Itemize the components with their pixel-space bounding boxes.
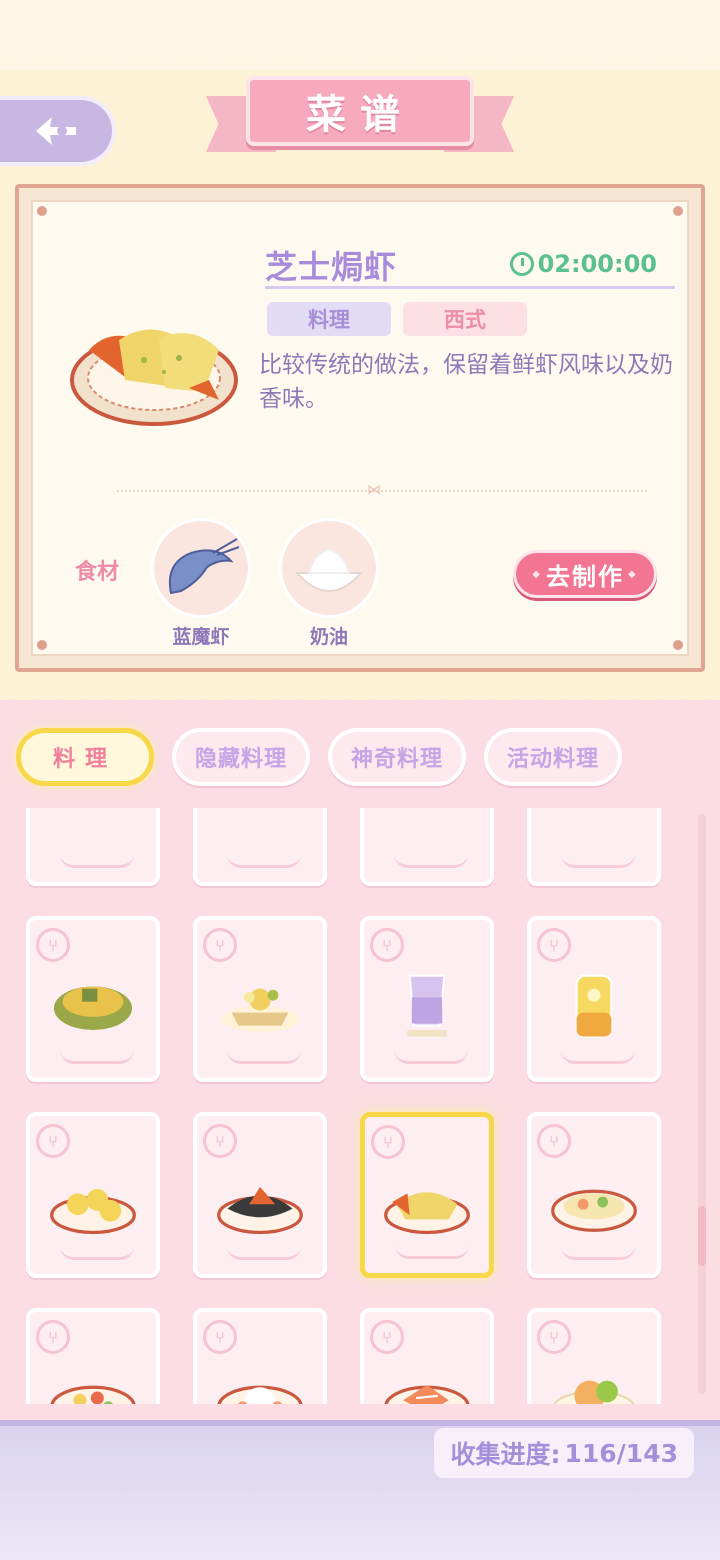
tab-cooking[interactable]: 料理 bbox=[16, 728, 154, 786]
recipe-card-fruit-plate[interactable]: ⑂ bbox=[527, 1308, 661, 1404]
recipe-card-inner: 芝士焗虾 02:00:00 料理 西式 比较传统的做法，保留着鲜虾风味以及奶香味… bbox=[31, 200, 689, 656]
wreath-decoration bbox=[394, 1050, 468, 1064]
recipe-grid-viewport[interactable]: ⑂ ⑂ ⑂ ⑂ ⑂ ⑂ ⑂ ⑂ ⑂ ⑂ ⑂ ⑂ ⑂ ⑂ ⑂ ⑂ bbox=[0, 808, 720, 1404]
collection-progress: 收集进度: 116/143 bbox=[434, 1428, 694, 1478]
ingredient-item[interactable]: 蓝魔虾 bbox=[151, 518, 251, 649]
ingredient-name: 蓝魔虾 bbox=[172, 626, 230, 648]
recipe-card-cheese-shrimp-plate[interactable]: ⑂ bbox=[360, 1112, 494, 1278]
recipe-card-rice-plate[interactable]: ⑂ bbox=[193, 1308, 327, 1404]
ingredient-name: 奶油 bbox=[309, 626, 348, 648]
tag-cuisine: 西式 bbox=[403, 302, 527, 336]
category-tabs: 料理 隐藏料理 神奇料理 活动料理 bbox=[16, 728, 622, 786]
shrimp-icon bbox=[151, 518, 251, 618]
wreath-decoration bbox=[395, 1245, 469, 1259]
recipe-card-fruit-tart[interactable]: ⑂ bbox=[193, 916, 327, 1082]
fish-plate-icon bbox=[217, 1186, 303, 1235]
recipe-card-salad-plate[interactable]: ⑂ bbox=[26, 1308, 160, 1404]
page-title: 菜谱 bbox=[306, 92, 414, 138]
recipe-card-shrimp-salad-plate[interactable]: ⑂ bbox=[527, 1112, 661, 1278]
wreath-decoration bbox=[60, 1050, 134, 1064]
salmon-plate-icon bbox=[384, 1385, 470, 1404]
recipe-grid: ⑂ ⑂ ⑂ ⑂ ⑂ ⑂ ⑂ ⑂ ⑂ ⑂ ⑂ ⑂ ⑂ ⑂ ⑂ ⑂ bbox=[26, 808, 661, 1404]
footer-border bbox=[0, 1420, 720, 1426]
fruit-plate-icon bbox=[553, 1380, 635, 1404]
recipe-card-gratin-dish[interactable]: ⑂ bbox=[26, 916, 160, 1082]
timer-value: 02:00:00 bbox=[537, 250, 657, 278]
utensil-icon: ⑂ bbox=[36, 1320, 70, 1354]
utensil-icon: ⑂ bbox=[537, 1320, 571, 1354]
dish-image bbox=[70, 329, 238, 426]
utensil-icon: ⑂ bbox=[537, 928, 571, 962]
wreath-decoration bbox=[227, 1050, 301, 1064]
corner-dot bbox=[673, 640, 683, 650]
recipe-card-fish-plate[interactable]: ⑂ bbox=[193, 1112, 327, 1278]
shrimp-salad-plate-icon bbox=[551, 1189, 637, 1232]
recipe-card-lemon-jar[interactable]: ⑂ bbox=[527, 916, 661, 1082]
utensil-icon: ⑂ bbox=[203, 1124, 237, 1158]
progress-label: 收集进度: bbox=[450, 1440, 561, 1469]
recipe-card-shumai-plate[interactable]: ⑂ bbox=[26, 1112, 160, 1278]
recipe-description: 比较传统的做法，保留着鲜虾风味以及奶香味。 bbox=[259, 352, 673, 412]
utensil-icon: ⑂ bbox=[36, 1124, 70, 1158]
clock-icon bbox=[509, 252, 534, 276]
fruit-tart-icon bbox=[220, 988, 300, 1033]
recipe-card-partial-dish-3[interactable]: ⑂ bbox=[360, 808, 494, 886]
lemon-jar-icon bbox=[575, 974, 613, 1038]
utensil-icon: ⑂ bbox=[203, 928, 237, 962]
recipe-card-partial-dish-1[interactable]: ⑂ bbox=[26, 808, 160, 886]
recipe-card-partial-dish-2[interactable]: ⑂ bbox=[193, 808, 327, 886]
ingredients-label: 食材 bbox=[75, 560, 120, 585]
divider bbox=[117, 490, 647, 492]
wreath-decoration bbox=[227, 854, 301, 868]
tab-magic-cooking[interactable]: 神奇料理 bbox=[328, 728, 466, 786]
tag-category: 料理 bbox=[267, 302, 391, 336]
back-button[interactable] bbox=[0, 96, 116, 166]
scrollbar-thumb[interactable] bbox=[698, 1206, 706, 1266]
wreath-decoration bbox=[561, 1050, 635, 1064]
wreath-decoration bbox=[561, 1246, 635, 1260]
utensil-icon: ⑂ bbox=[370, 1320, 404, 1354]
cream-icon bbox=[279, 518, 379, 618]
make-button[interactable]: 去制作 bbox=[513, 550, 657, 598]
utensil-icon: ⑂ bbox=[370, 928, 404, 962]
wreath-decoration bbox=[394, 854, 468, 868]
ribbon-body: 菜谱 bbox=[246, 76, 474, 146]
corner-dot bbox=[37, 640, 47, 650]
utensil-icon: ⑂ bbox=[371, 1125, 405, 1159]
tab-hidden-cooking[interactable]: 隐藏料理 bbox=[172, 728, 310, 786]
scrollbar[interactable] bbox=[698, 814, 706, 1394]
corner-dot bbox=[37, 206, 47, 216]
back-arrow-icon bbox=[36, 117, 76, 145]
recipe-name: 芝士焗虾 bbox=[265, 248, 398, 286]
wreath-decoration bbox=[60, 854, 134, 868]
recipe-card-salmon-plate[interactable]: ⑂ bbox=[360, 1308, 494, 1404]
corner-dot bbox=[673, 206, 683, 216]
utensil-icon: ⑂ bbox=[36, 928, 70, 962]
bow-icon: ⋈ bbox=[367, 482, 381, 498]
wreath-decoration bbox=[227, 1246, 301, 1260]
salad-plate-icon bbox=[50, 1385, 136, 1404]
wreath-decoration bbox=[60, 1246, 134, 1260]
shumai-plate-icon bbox=[50, 1189, 136, 1235]
recipe-timer: 02:00:00 bbox=[509, 250, 657, 278]
gratin-dish-icon bbox=[53, 986, 133, 1030]
recipe-card-partial-dish-4[interactable]: ⑂ bbox=[527, 808, 661, 886]
title-ribbon: 菜谱 bbox=[206, 70, 514, 162]
utensil-icon: ⑂ bbox=[537, 1124, 571, 1158]
purple-drink-icon bbox=[407, 974, 447, 1037]
wreath-decoration bbox=[561, 854, 635, 868]
name-underline bbox=[265, 286, 675, 289]
ingredient-item[interactable]: 奶油 bbox=[279, 518, 379, 649]
cheese-shrimp-plate-icon bbox=[384, 1192, 470, 1235]
recipe-card-purple-drink[interactable]: ⑂ bbox=[360, 916, 494, 1082]
tab-event-cooking[interactable]: 活动料理 bbox=[484, 728, 622, 786]
rice-plate-icon bbox=[217, 1385, 303, 1404]
utensil-icon: ⑂ bbox=[203, 1320, 237, 1354]
recipe-card: 芝士焗虾 02:00:00 料理 西式 比较传统的做法，保留着鲜虾风味以及奶香味… bbox=[15, 184, 705, 672]
progress-value: 116/143 bbox=[564, 1438, 678, 1468]
